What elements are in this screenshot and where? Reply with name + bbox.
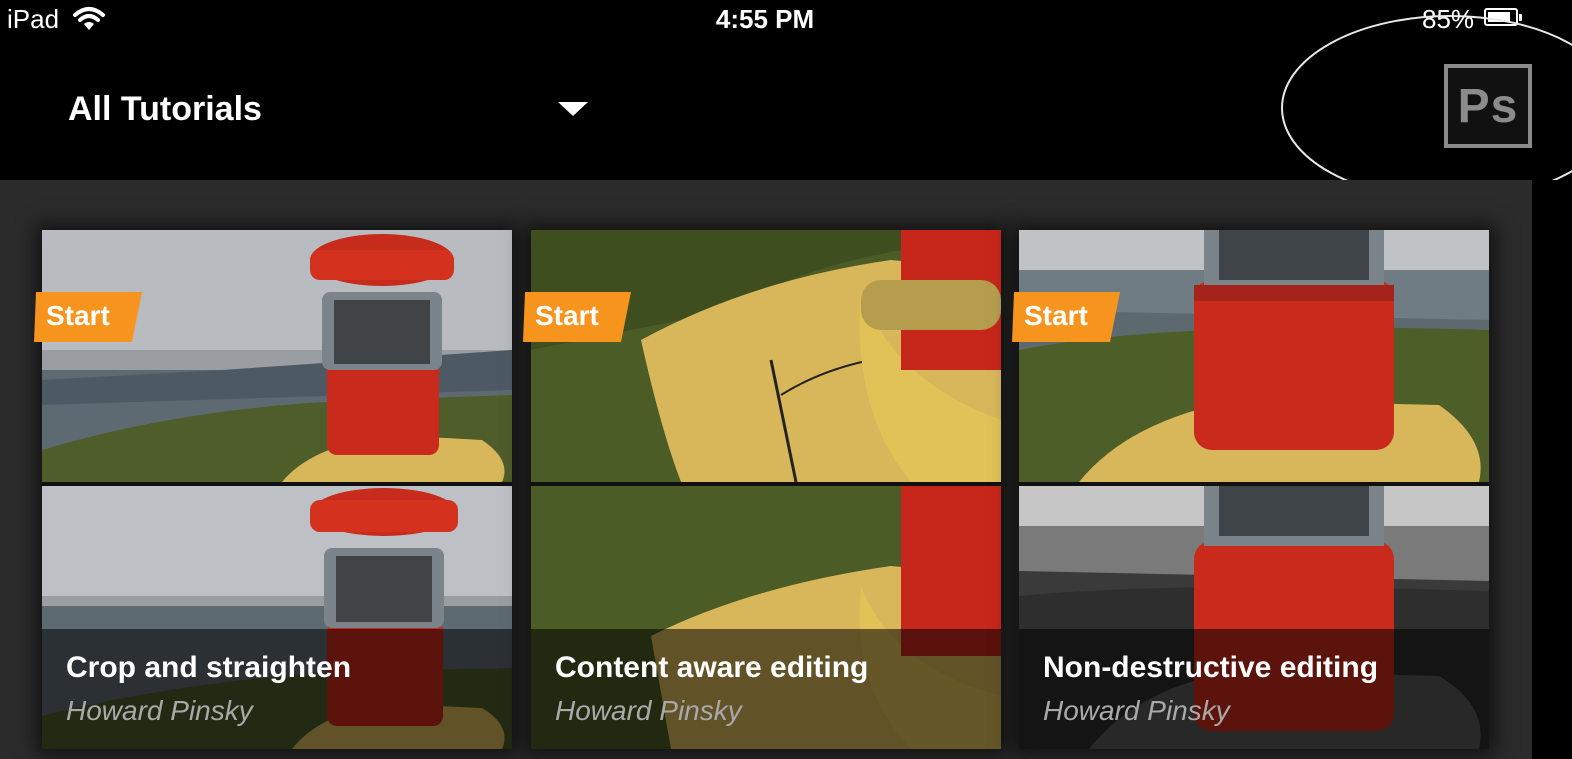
tutorial-title: Non-destructive editing — [1043, 651, 1379, 684]
battery-fill — [1488, 12, 1511, 22]
card-caption: Crop and straighten Howard Pinsky — [42, 629, 512, 749]
card-caption: Non-destructive editing Howard Pinsky — [1019, 629, 1489, 749]
header-bar: All Tutorials Ps — [0, 40, 1572, 180]
scroll-gutter — [1532, 180, 1572, 759]
start-label: Start — [46, 300, 110, 331]
photoshop-logo-text: Ps — [1457, 79, 1519, 133]
chevron-down-icon[interactable] — [558, 102, 588, 116]
status-bar: iPad 4:55 PM 85% — [0, 0, 1572, 40]
battery-icon — [1484, 8, 1522, 26]
category-dropdown-label[interactable]: All Tutorials — [68, 90, 262, 129]
tutorial-author: Howard Pinsky — [555, 695, 742, 726]
thumbnail-before — [1019, 230, 1489, 482]
tutorial-author: Howard Pinsky — [66, 695, 253, 726]
clock: 4:55 PM — [715, 4, 815, 34]
start-badge-content-aware[interactable]: Start — [523, 292, 631, 342]
photoshop-logo-button[interactable]: Ps — [1444, 64, 1532, 148]
card-caption: Content aware editing Howard Pinsky — [531, 629, 1001, 749]
tutorial-title: Crop and straighten — [66, 651, 352, 684]
thumbnail-before — [531, 230, 1001, 482]
thumbnail-before — [42, 230, 512, 482]
start-badge-non-destructive[interactable]: Start — [1012, 292, 1120, 342]
start-label: Start — [535, 300, 599, 331]
battery-percent: 85% — [1422, 4, 1475, 34]
tutorial-author: Howard Pinsky — [1043, 695, 1230, 726]
start-badge-crop[interactable]: Start — [34, 292, 142, 342]
tutorial-title: Content aware editing — [555, 651, 869, 684]
start-label: Start — [1024, 300, 1088, 331]
